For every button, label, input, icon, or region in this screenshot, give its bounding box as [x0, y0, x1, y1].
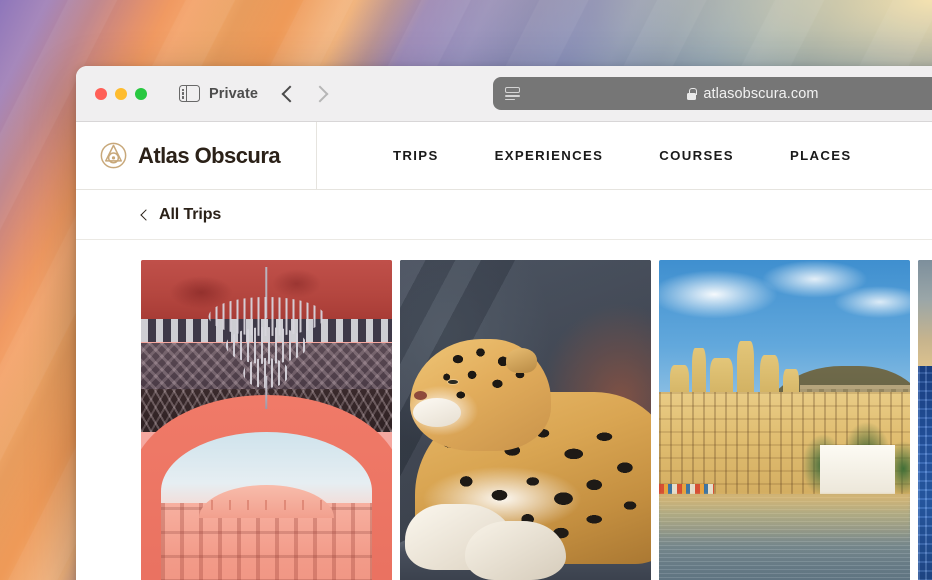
breadcrumb-all-trips-link[interactable]: All Trips — [140, 205, 222, 224]
site-navigation: TRIPS EXPERIENCES COURSES PLACES — [317, 122, 932, 189]
card-leopard[interactable] — [400, 260, 651, 580]
address-bar[interactable]: atlasobscura.com — [493, 77, 932, 110]
nav-item-trips[interactable]: TRIPS — [393, 148, 439, 163]
safari-window: Private atlasobscura.com Atlas Obscura T… — [76, 66, 932, 580]
trip-card-rail[interactable] — [76, 240, 932, 580]
breadcrumb-label: All Trips — [159, 205, 222, 223]
reader-view-icon[interactable] — [505, 86, 520, 101]
atlas-obscura-compass-logo — [100, 142, 127, 169]
zoom-window-button[interactable] — [135, 87, 147, 100]
lock-icon — [687, 87, 697, 100]
site-logo-link[interactable]: Atlas Obscura — [76, 122, 317, 189]
breadcrumb-bar: All Trips — [76, 190, 932, 240]
window-controls — [95, 87, 147, 100]
address-bar-url: atlasobscura.com — [703, 85, 819, 102]
minimize-window-button[interactable] — [115, 87, 127, 100]
nav-item-places[interactable]: PLACES — [790, 148, 852, 163]
nav-item-courses[interactable]: COURSES — [659, 148, 734, 163]
site-logo-text: Atlas Obscura — [138, 142, 281, 168]
back-button[interactable] — [281, 85, 299, 102]
card-jaipur-palace[interactable] — [141, 260, 392, 580]
forward-button[interactable] — [311, 85, 329, 102]
sidebar-toggle-button[interactable]: Private — [179, 85, 258, 102]
card-leopard-image — [400, 260, 651, 580]
sidebar-icon — [179, 85, 200, 102]
card-udaipur-image — [659, 260, 910, 580]
card-udaipur[interactable] — [659, 260, 910, 580]
card-jodhpur[interactable] — [918, 260, 932, 580]
nav-item-experiences[interactable]: EXPERIENCES — [495, 148, 604, 163]
safari-toolbar: Private atlasobscura.com — [76, 66, 932, 122]
card-jaipur-palace-image — [141, 260, 392, 580]
site-header: Atlas Obscura TRIPS EXPERIENCES COURSES … — [76, 122, 932, 190]
address-bar-content: atlasobscura.com — [493, 77, 932, 110]
navigation-arrows — [281, 85, 329, 102]
close-window-button[interactable] — [95, 87, 107, 100]
card-jodhpur-image — [918, 260, 932, 580]
chevron-left-icon — [140, 209, 152, 221]
private-browsing-label: Private — [209, 85, 259, 102]
